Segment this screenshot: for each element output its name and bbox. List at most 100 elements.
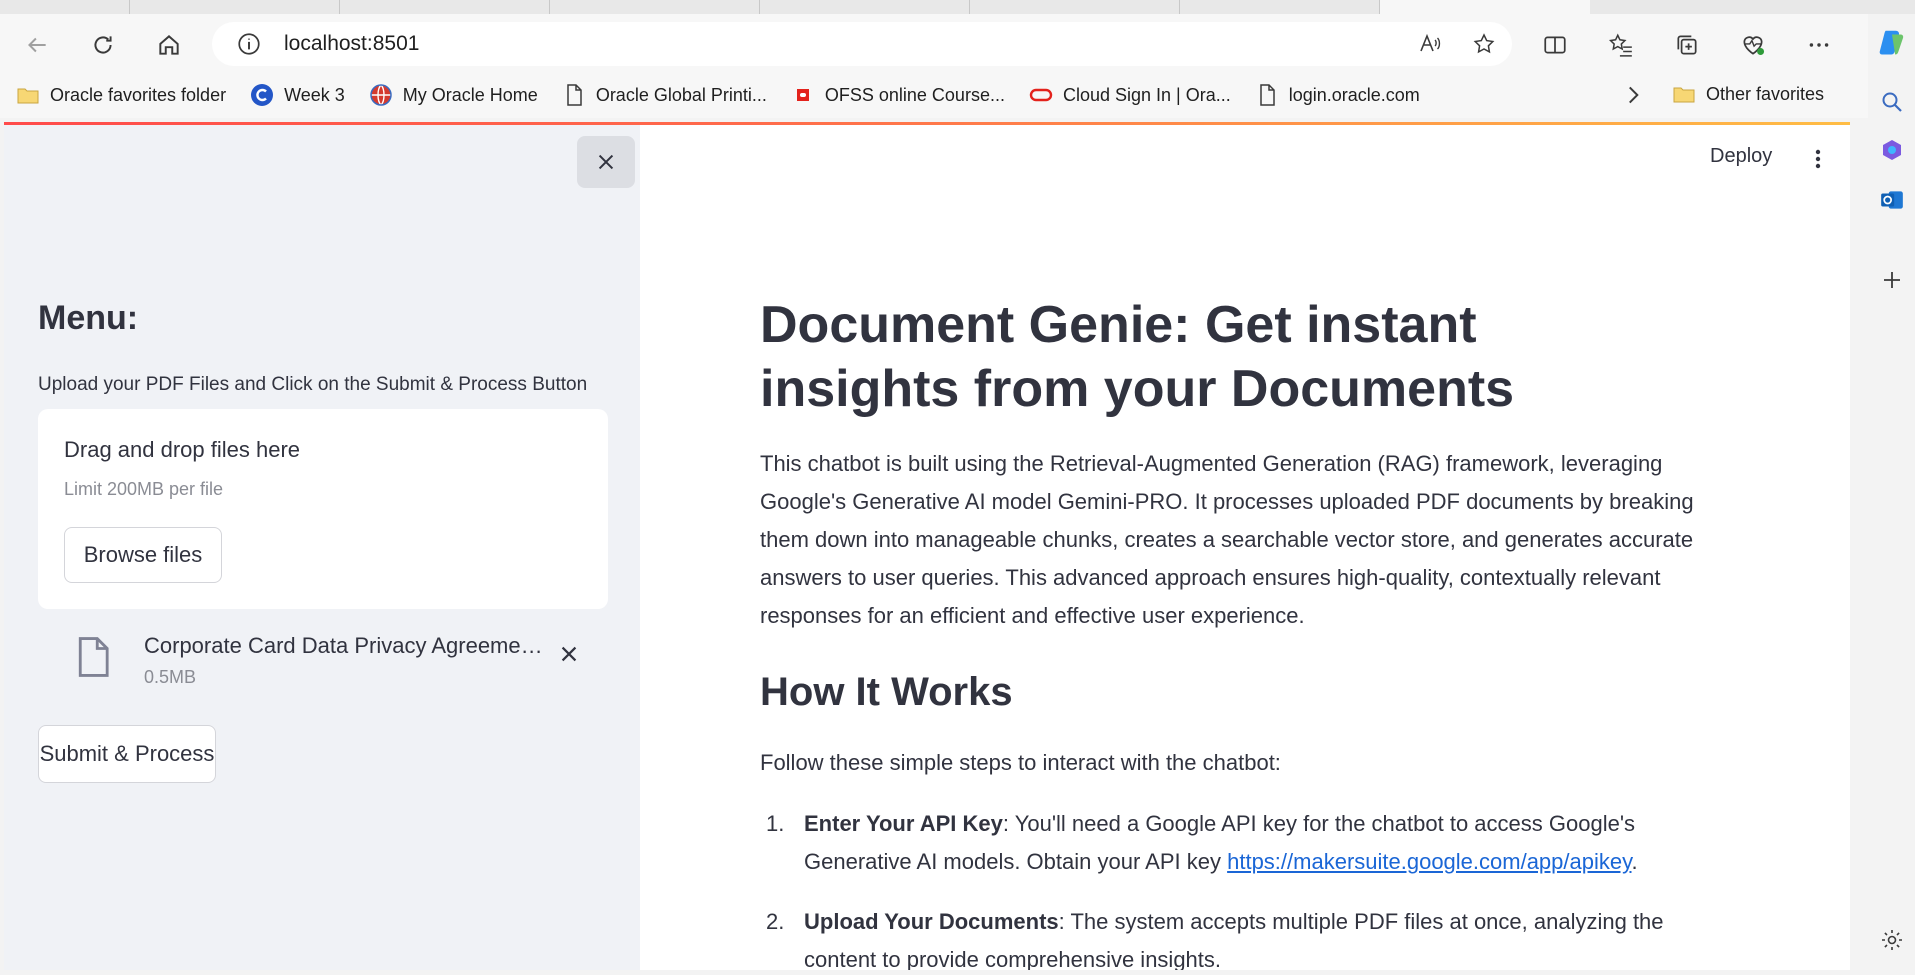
browser-tab[interactable] [340, 0, 550, 14]
page-title: Document Genie: Get instant insights fro… [760, 296, 1515, 418]
menu-subtitle: Upload your PDF Files and Click on the S… [38, 374, 588, 395]
favorites-button[interactable] [1604, 28, 1638, 62]
edge-sidebar [1868, 14, 1915, 975]
plus-icon [1884, 272, 1900, 288]
bookmark-label: My Oracle Home [402, 84, 538, 105]
folder-icon [1672, 82, 1696, 106]
browser-tab[interactable] [760, 0, 970, 14]
globe-logo-icon [369, 83, 393, 107]
file-name: Corporate Card Data Privacy Agreement.pd… [144, 633, 550, 658]
c-logo-icon [250, 83, 274, 107]
split-screen-icon [1544, 36, 1566, 54]
bookmark-label: login.oracle.com [1288, 84, 1420, 105]
browser-toolbar: localhost:8501 [0, 14, 1868, 72]
home-button[interactable] [152, 28, 186, 62]
window-bottom-edge [0, 970, 1868, 975]
app-sidebar: Menu: Upload your PDF Files and Click on… [4, 125, 640, 970]
read-aloud-icon[interactable] [1416, 30, 1444, 58]
main-menu-button[interactable] [1808, 145, 1828, 173]
bookmark-label: Oracle Global Printi... [595, 84, 767, 105]
red-square-icon [791, 83, 815, 107]
copilot-app-button[interactable] [1876, 134, 1908, 166]
address-bar[interactable]: localhost:8501 [212, 22, 1512, 66]
browser-tab[interactable] [130, 0, 340, 14]
hexagon-app-icon [1883, 140, 1901, 160]
collections-button[interactable] [1670, 28, 1704, 62]
bookmark-label: Week 3 [284, 84, 345, 105]
more-horizontal-icon [1809, 43, 1829, 47]
gear-icon [1882, 930, 1902, 950]
settings-more-button[interactable] [1802, 28, 1836, 62]
sidebar-settings-button[interactable] [1876, 924, 1908, 956]
search-icon [1882, 92, 1902, 112]
outlook-icon [1881, 191, 1903, 209]
submit-process-button[interactable]: Submit & Process [38, 725, 216, 783]
follow-steps-text: Follow these simple steps to interact wi… [760, 750, 1281, 775]
dropzone-title: Drag and drop files here [64, 437, 301, 462]
bookmark-item[interactable]: Oracle Global Printi... [562, 83, 767, 107]
copilot-icon [1879, 30, 1904, 55]
list-item: 2. Upload Your Documents: The system acc… [760, 903, 1720, 970]
main-content: Deploy Document Genie: Get instant insig… [640, 125, 1850, 970]
chevron-right-icon[interactable] [1620, 82, 1646, 108]
uploaded-file-item: Corporate Card Data Privacy Agreement.pd… [38, 625, 608, 705]
bookmark-item[interactable]: Oracle favorites folder [16, 83, 226, 107]
oracle-ring-icon [1029, 83, 1053, 107]
file-icon [78, 637, 109, 677]
intro-paragraph: This chatbot is built using the Retrieva… [760, 451, 1694, 628]
api-key-link[interactable]: https://makersuite.google.com/app/apikey [1227, 849, 1631, 874]
step-number: 1. [766, 811, 785, 836]
how-it-works-heading: How It Works [760, 670, 1013, 714]
add-sidebar-app-button[interactable] [1876, 264, 1908, 296]
browser-tab[interactable] [550, 0, 760, 14]
step-text-end: . [1631, 849, 1638, 874]
browser-tab[interactable] [1180, 0, 1380, 14]
steps-list: 1. Enter Your API Key: You'll need a Goo… [760, 805, 1720, 970]
collections-icon [1677, 35, 1697, 55]
deploy-button[interactable]: Deploy [1710, 145, 1772, 168]
step-number: 2. [766, 909, 785, 934]
browser-tab[interactable] [0, 0, 130, 14]
home-icon [159, 35, 179, 55]
favorites-list-icon [1608, 33, 1632, 57]
page-icon [1255, 83, 1279, 107]
bookmark-item[interactable]: Cloud Sign In | Ora... [1029, 83, 1231, 107]
step-title: Enter Your API Key [804, 811, 1003, 836]
bookmark-item[interactable]: login.oracle.com [1255, 83, 1420, 107]
bookmark-label: Cloud Sign In | Ora... [1062, 84, 1231, 105]
info-icon[interactable] [236, 31, 262, 57]
back-arrow-icon [28, 37, 46, 53]
remove-file-button[interactable] [554, 639, 584, 669]
refresh-button[interactable] [86, 28, 120, 62]
more-vertical-icon [1815, 149, 1821, 169]
close-icon [561, 646, 577, 662]
bookmark-item[interactable]: OFSS online Course... [791, 83, 1005, 107]
tab-strip [0, 0, 1915, 14]
heart-pulse-icon [1743, 36, 1765, 55]
close-sidebar-button[interactable] [577, 136, 635, 188]
close-icon [598, 154, 614, 170]
browser-tab-active[interactable] [1380, 0, 1590, 14]
bookmark-label: Oracle favorites folder [50, 84, 227, 105]
other-favorites[interactable]: Other favorites [1672, 82, 1824, 106]
page-icon [562, 83, 586, 107]
bookmark-item[interactable]: Week 3 [250, 83, 345, 107]
outlook-button[interactable] [1876, 184, 1908, 216]
copilot-button[interactable] [1876, 26, 1908, 58]
menu-title: Menu: [38, 299, 139, 337]
refresh-icon [94, 36, 112, 54]
bookmark-item[interactable]: My Oracle Home [369, 83, 538, 107]
browser-tab[interactable] [970, 0, 1180, 14]
browser-essentials-button[interactable] [1736, 28, 1770, 62]
url-text[interactable]: localhost:8501 [284, 32, 419, 56]
step-title: Upload Your Documents [804, 909, 1059, 934]
browse-files-button[interactable]: Browse files [64, 527, 222, 583]
bookmarks-bar: Oracle favorites folder Week 3 My Oracle… [0, 72, 1868, 118]
file-dropzone[interactable]: Drag and drop files here Limit 200MB per… [38, 409, 608, 609]
back-button[interactable] [20, 28, 54, 62]
other-favorites-label: Other favorites [1706, 83, 1825, 104]
favorite-star-icon[interactable] [1470, 30, 1498, 58]
folder-icon [16, 83, 40, 107]
search-sidebar-button[interactable] [1876, 86, 1908, 118]
split-screen-button[interactable] [1538, 28, 1572, 62]
